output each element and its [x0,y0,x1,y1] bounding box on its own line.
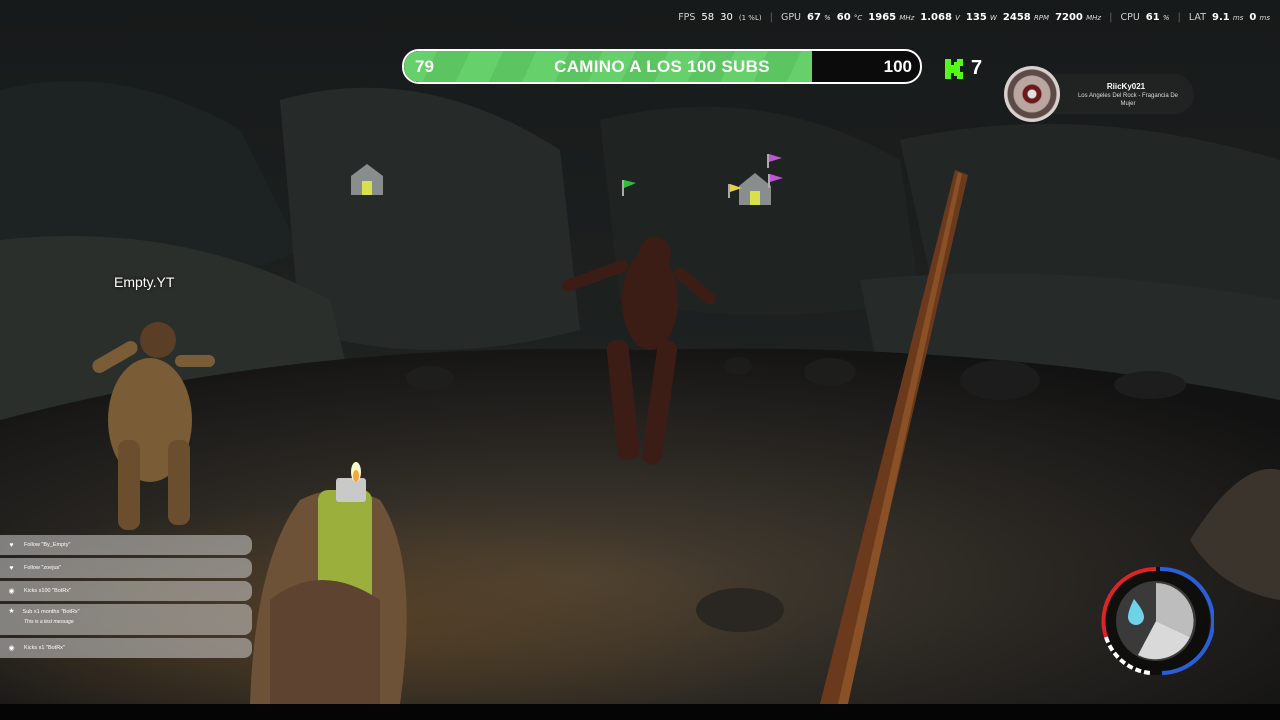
divider: | [1109,12,1113,23]
gpu-power: 135 [965,12,987,23]
cpu-load: 61 [1145,12,1160,23]
now-playing-widget: RiicKy021 Los Angeles Del Rock - Fraganc… [1004,66,1194,122]
unit-mhz: MHz [899,14,915,22]
survival-gauge [1101,566,1214,675]
divider: | [1177,12,1181,23]
feed-item: ◉ Kicks x1 "BotRx" [0,638,252,658]
feed-text: Follow "zoejus" [24,565,62,571]
now-playing-user: RiicKy021 [1106,82,1146,91]
unit-ms: ms [1259,14,1270,22]
feed-item: ♥ Follow "zoejus" [0,558,252,578]
performance-overlay: FPS 58 30 (1 %L) | GPU 67 % 60 °C 1965 M… [678,12,1270,23]
star-icon: ★ [8,608,15,615]
heart-icon: ♥ [9,541,14,549]
gpu-clock: 1965 [868,12,897,23]
gpu-temp: 60 [836,12,851,23]
fps-low-note: (1 %L) [738,14,762,22]
heart-icon: ♥ [9,564,14,572]
feed-text: Kicks x100 "BotRx" [24,588,72,594]
letterbox-bar [0,704,1280,720]
fps-low-value: 30 [720,12,733,23]
kick-icon: ◉ [8,644,15,652]
subs-goal-target: 100 [883,57,912,76]
feed-text: Follow "By_Empty" [24,542,71,548]
fps-label: FPS [678,12,696,23]
unit-ms: ms [1232,14,1244,22]
latency-a: 9.1 [1212,12,1230,23]
gpu-load: 67 [807,12,821,23]
kick-viewer-count: 7 [945,57,982,80]
unit-pct: % [1162,14,1170,22]
alert-feed: ♥ Follow "By_Empty" ♥ Follow "zoejus" ◉ … [0,535,252,661]
feed-text: Kicks x1 "BotRx" [24,645,65,651]
vinyl-disc-icon [1004,66,1060,122]
feed-text: Sub x1 months "BotRx" [22,609,80,615]
gpu-label: GPU [780,12,802,23]
divider: | [769,12,773,23]
cpu-label: CPU [1120,12,1140,23]
subs-goal-bar: 79 CAMINO A LOS 100 SUBS 100 [402,49,922,84]
latency-b: 0 [1249,12,1257,23]
feed-item: ♥ Follow "By_Empty" [0,535,252,555]
kick-icon: ◉ [8,587,15,595]
feed-item: ★ Sub x1 months "BotRx" This is a test m… [0,604,252,635]
kick-count-value: 7 [971,57,983,79]
unit-mhz: MHz [1086,14,1102,22]
unit-temp: °C [853,14,863,22]
feed-item: ◉ Kicks x100 "BotRx" [0,581,252,601]
unit-volt: V [955,14,960,22]
kick-logo-icon [945,58,963,79]
unit-watt: W [989,14,997,22]
feed-message: This is a test message [24,619,74,625]
unit-rpm: RPM [1033,14,1050,22]
unit-pct: % [824,14,831,22]
now-playing-song: Los Angeles Del Rock - Fragancia De Muje… [1077,93,1179,107]
fps-value: 58 [701,12,715,23]
gpu-mem-clock: 7200 [1055,12,1083,23]
player-nametag: Empty.YT [114,274,175,290]
gpu-volt: 1.068 [920,12,952,23]
latency-label: LAT [1188,12,1206,23]
subs-goal-title: CAMINO A LOS 100 SUBS [554,57,770,76]
gpu-fan: 2458 [1002,12,1031,23]
